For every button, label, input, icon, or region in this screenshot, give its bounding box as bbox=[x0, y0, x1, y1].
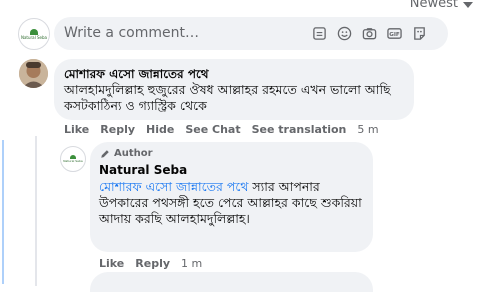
reply-button[interactable]: Reply bbox=[135, 257, 170, 270]
reply-bubble: Author Natural Seba মোশারফ এসো জান্নাতের… bbox=[90, 142, 373, 252]
comment-text: আলহামদুলিল্লাহ হুজুরের ঔষধ আল্লাহর রহমতে… bbox=[64, 82, 391, 113]
reply-button[interactable]: Reply bbox=[100, 123, 135, 136]
see-chat-button[interactable]: See Chat bbox=[185, 123, 240, 136]
sort-dropdown[interactable]: Newest bbox=[410, 0, 473, 11]
reply-author[interactable]: Natural Seba bbox=[99, 163, 187, 177]
emoji-icon[interactable] bbox=[337, 26, 352, 41]
natural-seba-logo: Natural Seba bbox=[20, 28, 47, 40]
page-avatar[interactable]: Natural Seba bbox=[18, 18, 50, 50]
gif-icon[interactable]: GIF bbox=[387, 26, 402, 41]
focus-indicator bbox=[2, 140, 4, 284]
comment-actions: Like Reply Hide See Chat See translation… bbox=[64, 123, 379, 136]
author-badge: Author bbox=[100, 148, 153, 159]
mention-link[interactable]: মোশারফ এসো জান্নাতের পথে bbox=[99, 179, 248, 194]
avatar-sticker-icon[interactable] bbox=[412, 26, 427, 41]
comment-input-placeholder: Write a comment… bbox=[64, 25, 199, 41]
logo-text: Natural Seba bbox=[20, 34, 47, 40]
sort-label: Newest bbox=[409, 0, 458, 11]
like-button[interactable]: Like bbox=[64, 123, 89, 136]
reply-actions: Like Reply 1 m bbox=[99, 257, 202, 270]
like-button[interactable]: Like bbox=[99, 257, 124, 270]
camera-icon[interactable] bbox=[362, 26, 377, 41]
reply-text: মোশারফ এসো জান্নাতের পথে স্যার আপনার উপক… bbox=[99, 179, 367, 227]
reply-avatar[interactable]: Natural Seba bbox=[60, 146, 86, 172]
pencil-icon bbox=[101, 149, 109, 158]
svg-text:GIF: GIF bbox=[389, 32, 400, 38]
see-translation-button[interactable]: See translation bbox=[252, 123, 347, 136]
comment-bubble: মোশারফ এসো জান্নাতের পথে আলহামদুলিল্লাহ … bbox=[54, 59, 414, 120]
comment-timestamp[interactable]: 5 m bbox=[357, 123, 378, 136]
hide-button[interactable]: Hide bbox=[146, 123, 174, 136]
profile-photo bbox=[19, 59, 48, 88]
chevron-down-icon bbox=[463, 1, 473, 8]
reply-thread-line bbox=[35, 136, 37, 286]
author-badge-label: Author bbox=[114, 148, 153, 159]
reply-timestamp[interactable]: 1 m bbox=[181, 257, 202, 270]
natural-seba-logo: Natural Seba bbox=[63, 155, 83, 163]
commenter-avatar[interactable] bbox=[19, 59, 48, 88]
next-reply-bubble bbox=[90, 272, 373, 292]
logo-text: Natural Seba bbox=[63, 159, 83, 163]
sticker-icon[interactable] bbox=[312, 26, 327, 41]
comment-input[interactable]: Write a comment… GIF bbox=[54, 17, 448, 50]
